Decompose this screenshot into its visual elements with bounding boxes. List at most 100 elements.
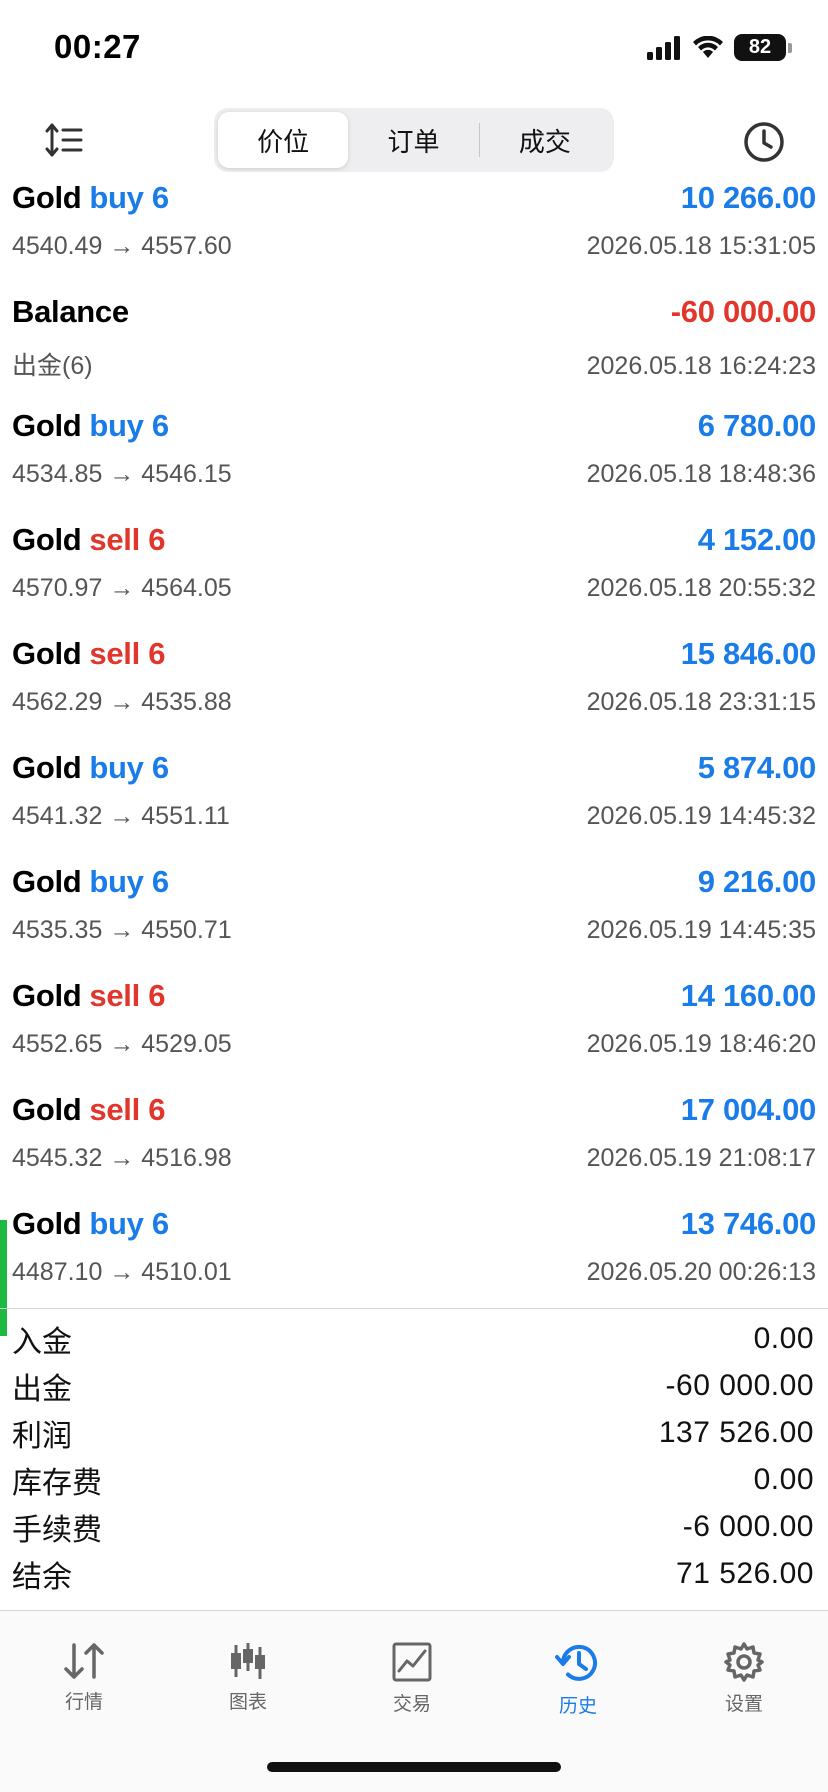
- candlestick-chart-icon: [231, 1643, 265, 1679]
- deal-profit: -60 000.00: [670, 294, 817, 329]
- deal-side: buy 6: [89, 180, 169, 215]
- deal-profit: 15 846.00: [680, 636, 817, 671]
- sort-button[interactable]: [40, 118, 88, 162]
- deal-time: 2026.05.19 14:45:35: [586, 916, 816, 944]
- tab-quotes[interactable]: 行情: [24, 1641, 144, 1714]
- deal-side: sell 6: [89, 522, 166, 557]
- deal-profit: 10 266.00: [680, 180, 817, 215]
- deal-row[interactable]: Gold buy 6 10 266.00 4540.49 → 4557.60 20…: [0, 178, 828, 292]
- deal-row[interactable]: Gold buy 6 5 874.00 4541.32 → 4551.11 202…: [0, 748, 828, 862]
- deal-title: Gold sell 6: [12, 978, 165, 1014]
- summary-row: 出金 -60 000.00: [0, 1362, 828, 1409]
- wifi-icon: [693, 35, 723, 58]
- deal-time: 2026.05.18 18:48:36: [586, 460, 816, 488]
- deal-detail: 4534.85 → 4546.15: [12, 460, 232, 488]
- deal-detail: 4570.97 → 4564.05: [12, 574, 232, 602]
- deal-time: 2026.05.19 14:45:32: [586, 802, 816, 830]
- deal-detail: 4562.29 → 4535.88: [12, 688, 232, 716]
- deal-title: Gold buy 6: [12, 1206, 169, 1242]
- segment-deals[interactable]: 成交: [480, 112, 610, 168]
- deal-profit: 9 216.00: [697, 864, 817, 899]
- summary-value: 0.00: [753, 1462, 814, 1496]
- deal-side: sell 6: [89, 1092, 166, 1127]
- deal-symbol: Gold: [12, 750, 82, 785]
- deal-symbol: Gold: [12, 1206, 82, 1241]
- clock-icon: [744, 122, 784, 162]
- quotes-arrows-icon: [64, 1643, 104, 1679]
- deal-row[interactable]: Gold buy 6 13 746.00 4487.10 → 4510.01 20…: [0, 1204, 828, 1336]
- summary-label: 库存费: [12, 1466, 102, 1500]
- deal-detail: 4552.65 → 4529.05: [12, 1030, 232, 1058]
- summary-row: 结余 71 526.00: [0, 1550, 828, 1597]
- summary-value: 137 526.00: [658, 1415, 814, 1449]
- segment-price[interactable]: 价位: [218, 112, 349, 168]
- deal-title: Gold sell 6: [12, 1092, 165, 1128]
- tab-history[interactable]: 历史: [518, 1641, 638, 1718]
- deal-row[interactable]: Gold buy 6 9 216.00 4535.35 → 4550.71 202…: [0, 862, 828, 976]
- segmented-control: 价位 订单 成交: [214, 108, 614, 172]
- deal-symbol: Gold: [12, 1092, 82, 1127]
- tab-quotes-label: 行情: [64, 1692, 103, 1713]
- deal-list: Gold buy 6 10 266.00 4540.49 → 4557.60 20…: [0, 178, 828, 1336]
- battery-level: 82: [748, 36, 772, 58]
- deal-time: 2026.05.18 15:31:05: [586, 232, 816, 260]
- deal-profit: 17 004.00: [680, 1092, 817, 1127]
- deal-row[interactable]: Gold sell 6 14 160.00 4552.65 → 4529.05 2…: [0, 976, 828, 1090]
- deal-detail: 出金(6): [12, 352, 93, 380]
- tab-charts[interactable]: 图表: [188, 1641, 308, 1714]
- deal-detail: 4487.10 → 4510.01: [12, 1258, 232, 1286]
- deal-time: 2026.05.19 21:08:17: [586, 1144, 816, 1172]
- deal-symbol: Gold: [12, 180, 82, 215]
- trade-chart-icon: [392, 1642, 432, 1682]
- period-button[interactable]: [740, 118, 788, 166]
- deal-side: sell 6: [89, 636, 166, 671]
- summary-panel: 入金 0.00 出金 -60 000.00 利润 137 526.00 库存费 0.0…: [0, 1308, 828, 1597]
- deal-symbol: Gold: [12, 864, 82, 899]
- deal-row[interactable]: Gold sell 6 4 152.00 4570.97 → 4564.05 20…: [0, 520, 828, 634]
- deal-row[interactable]: Gold buy 6 6 780.00 4534.85 → 4546.15 202…: [0, 406, 828, 520]
- deal-title: Gold buy 6: [12, 408, 169, 444]
- tab-trade-label: 交易: [392, 1694, 431, 1715]
- deal-row[interactable]: Gold sell 6 15 846.00 4562.29 → 4535.88 2…: [0, 634, 828, 748]
- summary-value: 0.00: [753, 1321, 814, 1355]
- status-icons: 82: [646, 34, 792, 61]
- deal-side: buy 6: [89, 750, 169, 785]
- summary-label: 出金: [12, 1372, 72, 1406]
- deal-profit: 5 874.00: [697, 750, 817, 785]
- deal-time: 2026.05.20 00:26:13: [586, 1258, 816, 1286]
- deal-title: Gold sell 6: [12, 522, 165, 558]
- summary-value: -6 000.00: [682, 1509, 814, 1543]
- segment-orders[interactable]: 订单: [348, 112, 478, 168]
- deal-row[interactable]: Gold sell 6 17 004.00 4545.32 → 4516.98 2…: [0, 1090, 828, 1204]
- deal-title: Gold buy 6: [12, 750, 169, 786]
- deal-row[interactable]: Balance -60 000.00 出金(6) 2026.05.18 16:2…: [0, 292, 828, 406]
- deal-side: buy 6: [89, 1206, 169, 1241]
- summary-label: 手续费: [12, 1513, 102, 1547]
- deal-title: Balance: [12, 294, 137, 330]
- deal-symbol: Gold: [12, 978, 82, 1013]
- summary-label: 利润: [12, 1419, 72, 1453]
- deal-time: 2026.05.19 18:46:20: [586, 1030, 816, 1058]
- deal-side: buy 6: [89, 408, 169, 443]
- status-bar: 00:27 82: [0, 0, 828, 100]
- deal-title: Gold buy 6: [12, 864, 169, 900]
- deal-title: Gold sell 6: [12, 636, 165, 672]
- deal-time: 2026.05.18 20:55:32: [586, 574, 816, 602]
- summary-label: 入金: [12, 1325, 72, 1359]
- tab-settings-label: 设置: [724, 1694, 763, 1715]
- deal-side: sell 6: [89, 978, 166, 1013]
- summary-value: 71 526.00: [676, 1556, 814, 1590]
- summary-row: 入金 0.00: [0, 1315, 828, 1362]
- summary-label: 结余: [12, 1560, 72, 1594]
- deal-title: Gold buy 6: [12, 180, 169, 216]
- tab-trade[interactable]: 交易: [352, 1641, 472, 1716]
- tab-history-label: 历史: [558, 1696, 597, 1717]
- tab-settings[interactable]: 设置: [684, 1641, 804, 1716]
- deal-symbol: Gold: [12, 522, 82, 557]
- deal-profit: 13 746.00: [680, 1206, 817, 1241]
- deal-time: 2026.05.18 23:31:15: [586, 688, 816, 716]
- deal-symbol: Balance: [12, 294, 129, 329]
- home-indicator: [267, 1762, 561, 1772]
- summary-row: 库存费 0.00: [0, 1456, 828, 1503]
- summary-row: 利润 137 526.00: [0, 1409, 828, 1456]
